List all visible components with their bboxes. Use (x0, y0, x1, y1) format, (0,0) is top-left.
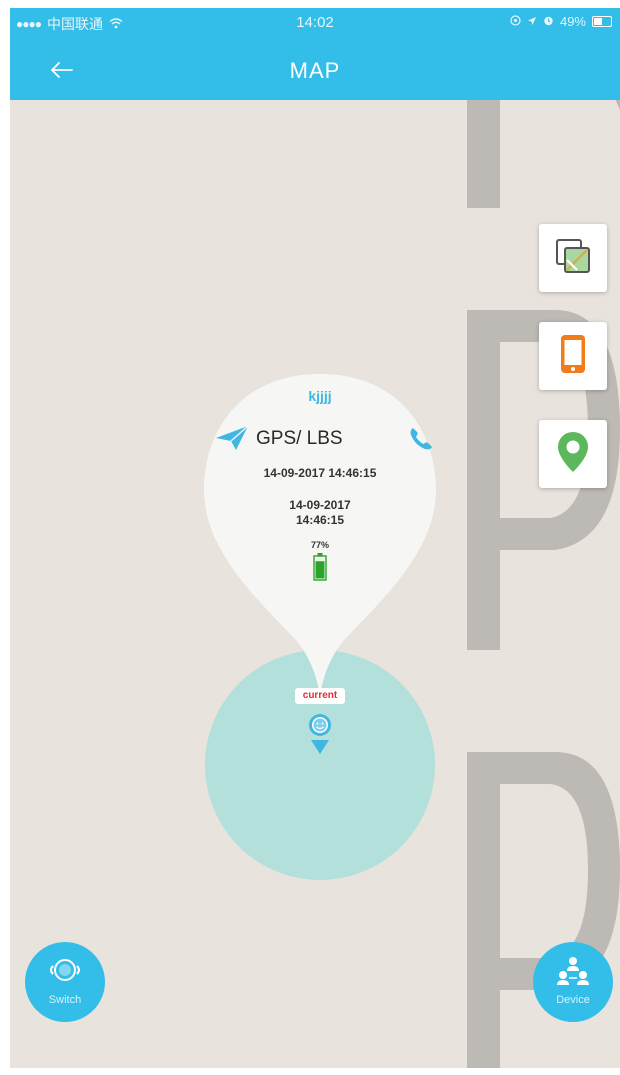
location-pin-icon (556, 430, 590, 479)
switch-watch-icon (45, 954, 85, 995)
switch-button[interactable]: Switch (25, 942, 105, 1022)
location-mode: GPS/ LBS (256, 428, 343, 449)
orientation-lock-icon (510, 14, 521, 29)
status-bar: ●●●● 中国联通 14:02 49% (10, 8, 620, 38)
switch-label: Switch (48, 994, 82, 1006)
battery-level-icon (196, 553, 444, 586)
device-button[interactable]: Device (533, 942, 613, 1022)
map-layers-button[interactable] (539, 224, 607, 292)
location-arrow-icon (527, 14, 537, 29)
my-location-button[interactable] (539, 420, 607, 488)
layers-icon (553, 236, 593, 281)
update-time: 14-09-2017 14:46:15 (289, 498, 351, 527)
device-name: kjjjj (308, 388, 332, 404)
face-pin-icon (305, 714, 335, 760)
location-mode-row: GPS/ LBS (196, 420, 444, 466)
app-screen: ●●●● 中国联通 14:02 49% MAP kjjjj GPS/ LBS 1… (10, 8, 620, 1068)
location-time: 14-09-2017 14:46:15 (263, 466, 377, 480)
header: ●●●● 中国联通 14:02 49% MAP (10, 8, 620, 100)
device-label: Device (556, 994, 590, 1006)
info-bubble: kjjjj GPS/ LBS 14-09-2017 14:46:15 14-09… (196, 388, 444, 586)
phone-icon (558, 333, 588, 380)
map-view[interactable]: kjjjj GPS/ LBS 14-09-2017 14:46:15 14-09… (10, 100, 620, 1068)
nav-bar: MAP (10, 44, 620, 100)
battery-icon (592, 16, 612, 27)
battery-percent-text: 49% (559, 14, 586, 29)
page-title: MAP (289, 58, 341, 83)
battery-percentage: 77% (310, 540, 329, 550)
alarm-icon (543, 14, 554, 29)
paper-plane-icon (214, 424, 250, 457)
device-location-marker[interactable] (305, 710, 335, 761)
device-group-icon (553, 954, 593, 995)
status-right: 49% (510, 14, 612, 29)
device-location-button[interactable] (539, 322, 607, 390)
phone-call-icon[interactable] (408, 426, 434, 457)
current-location-badge: current (295, 688, 345, 704)
